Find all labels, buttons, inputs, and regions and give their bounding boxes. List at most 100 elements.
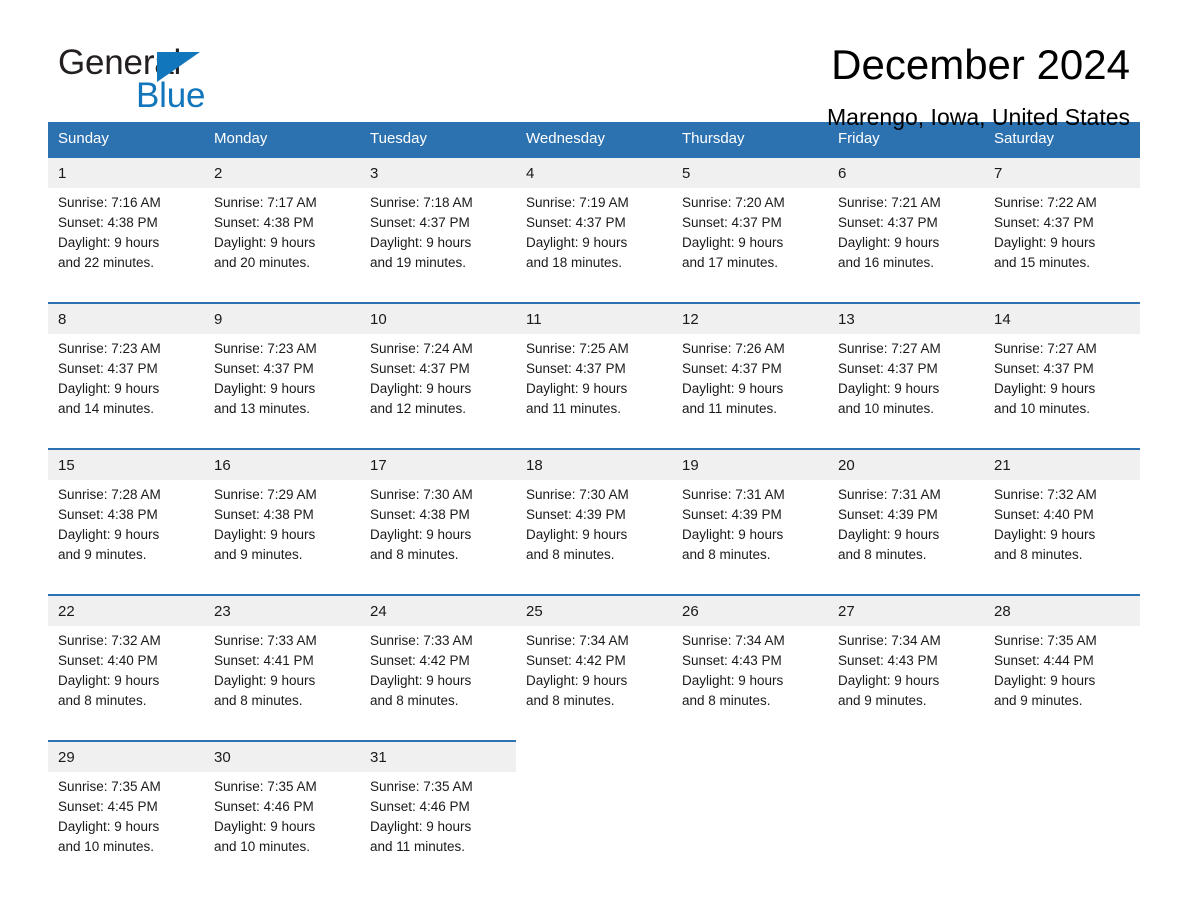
day-cell[interactable]: Sunrise: 7:35 AM Sunset: 4:46 PM Dayligh…: [204, 772, 360, 877]
sunset-text: Sunset: 4:38 PM: [214, 215, 314, 230]
day-number[interactable]: 13: [828, 302, 984, 334]
daylight-text-line1: Daylight: 9 hours: [682, 673, 784, 688]
daylight-text-line1: Daylight: 9 hours: [58, 527, 160, 542]
general-blue-logo[interactable]: General Blue: [58, 44, 278, 116]
day-number[interactable]: 5: [672, 156, 828, 188]
row-spacer: [48, 439, 1140, 449]
day-number[interactable]: 31: [360, 740, 516, 772]
day-cell[interactable]: Sunrise: 7:32 AM Sunset: 4:40 PM Dayligh…: [48, 626, 204, 731]
day-number[interactable]: 18: [516, 448, 672, 480]
day-cell[interactable]: Sunrise: 7:19 AM Sunset: 4:37 PM Dayligh…: [516, 188, 672, 293]
day-cell[interactable]: Sunrise: 7:34 AM Sunset: 4:42 PM Dayligh…: [516, 626, 672, 731]
sunset-text: Sunset: 4:37 PM: [994, 215, 1094, 230]
day-number[interactable]: 9: [204, 302, 360, 334]
day-cell[interactable]: Sunrise: 7:17 AM Sunset: 4:38 PM Dayligh…: [204, 188, 360, 293]
daylight-text-line1: Daylight: 9 hours: [994, 235, 1096, 250]
day-cell[interactable]: Sunrise: 7:16 AM Sunset: 4:38 PM Dayligh…: [48, 188, 204, 293]
day-number[interactable]: 29: [48, 740, 204, 772]
day-cell[interactable]: Sunrise: 7:34 AM Sunset: 4:43 PM Dayligh…: [672, 626, 828, 731]
day-cell[interactable]: Sunrise: 7:30 AM Sunset: 4:39 PM Dayligh…: [516, 480, 672, 585]
day-number[interactable]: 24: [360, 594, 516, 626]
day-number[interactable]: 23: [204, 594, 360, 626]
day-number[interactable]: 17: [360, 448, 516, 480]
day-cell[interactable]: Sunrise: 7:35 AM Sunset: 4:46 PM Dayligh…: [360, 772, 516, 877]
day-cell[interactable]: Sunrise: 7:27 AM Sunset: 4:37 PM Dayligh…: [828, 334, 984, 439]
weekday-header-monday: Monday: [204, 122, 360, 157]
day-number[interactable]: 11: [516, 302, 672, 334]
masthead: General Blue December 2024 Marengo, Iowa…: [48, 0, 1140, 130]
day-number[interactable]: 16: [204, 448, 360, 480]
row-spacer-cell: [48, 585, 1140, 595]
page-subtitle: Marengo, Iowa, United States: [827, 104, 1130, 130]
title-block: December 2024 Marengo, Iowa, United Stat…: [827, 38, 1130, 132]
daylight-text-line1: Daylight: 9 hours: [214, 381, 316, 396]
day-number[interactable]: 28: [984, 594, 1140, 626]
day-number[interactable]: 15: [48, 448, 204, 480]
sunset-text: Sunset: 4:37 PM: [994, 361, 1094, 376]
sunrise-text: Sunrise: 7:27 AM: [994, 341, 1097, 356]
daylight-text-line2: and 8 minutes.: [838, 547, 927, 562]
day-cell[interactable]: Sunrise: 7:28 AM Sunset: 4:38 PM Dayligh…: [48, 480, 204, 585]
sunset-text: Sunset: 4:46 PM: [370, 799, 470, 814]
day-cell[interactable]: Sunrise: 7:23 AM Sunset: 4:37 PM Dayligh…: [204, 334, 360, 439]
day-cell[interactable]: Sunrise: 7:21 AM Sunset: 4:37 PM Dayligh…: [828, 188, 984, 293]
day-cell[interactable]: Sunrise: 7:35 AM Sunset: 4:44 PM Dayligh…: [984, 626, 1140, 731]
day-number[interactable]: 12: [672, 302, 828, 334]
day-number[interactable]: 2: [204, 156, 360, 188]
daylight-text-line1: Daylight: 9 hours: [58, 673, 160, 688]
day-cell[interactable]: Sunrise: 7:20 AM Sunset: 4:37 PM Dayligh…: [672, 188, 828, 293]
day-cell[interactable]: Sunrise: 7:31 AM Sunset: 4:39 PM Dayligh…: [672, 480, 828, 585]
daylight-text-line2: and 20 minutes.: [214, 255, 311, 270]
day-number[interactable]: 21: [984, 448, 1140, 480]
day-number[interactable]: 8: [48, 302, 204, 334]
daylight-text-line2: and 8 minutes.: [370, 693, 459, 708]
daylight-text-line1: Daylight: 9 hours: [214, 527, 316, 542]
day-number[interactable]: 27: [828, 594, 984, 626]
day-number[interactable]: 7: [984, 156, 1140, 188]
sunrise-text: Sunrise: 7:27 AM: [838, 341, 941, 356]
day-number[interactable]: 14: [984, 302, 1140, 334]
day-number[interactable]: 20: [828, 448, 984, 480]
sunset-text: Sunset: 4:37 PM: [838, 215, 938, 230]
daylight-text-line1: Daylight: 9 hours: [994, 673, 1096, 688]
sunset-text: Sunset: 4:43 PM: [838, 653, 938, 668]
day-number[interactable]: 3: [360, 156, 516, 188]
day-number[interactable]: 26: [672, 594, 828, 626]
day-cell[interactable]: Sunrise: 7:18 AM Sunset: 4:37 PM Dayligh…: [360, 188, 516, 293]
day-number[interactable]: 6: [828, 156, 984, 188]
day-number[interactable]: 22: [48, 594, 204, 626]
day-cell[interactable]: Sunrise: 7:26 AM Sunset: 4:37 PM Dayligh…: [672, 334, 828, 439]
sunrise-text: Sunrise: 7:30 AM: [370, 487, 473, 502]
day-cell[interactable]: Sunrise: 7:27 AM Sunset: 4:37 PM Dayligh…: [984, 334, 1140, 439]
day-cell[interactable]: Sunrise: 7:22 AM Sunset: 4:37 PM Dayligh…: [984, 188, 1140, 293]
day-cell[interactable]: Sunrise: 7:30 AM Sunset: 4:38 PM Dayligh…: [360, 480, 516, 585]
day-cell[interactable]: Sunrise: 7:24 AM Sunset: 4:37 PM Dayligh…: [360, 334, 516, 439]
day-number[interactable]: 10: [360, 302, 516, 334]
day-cell[interactable]: Sunrise: 7:25 AM Sunset: 4:37 PM Dayligh…: [516, 334, 672, 439]
daylight-text-line2: and 15 minutes.: [994, 255, 1091, 270]
daylight-text-line1: Daylight: 9 hours: [838, 235, 940, 250]
day-cell[interactable]: Sunrise: 7:35 AM Sunset: 4:45 PM Dayligh…: [48, 772, 204, 877]
daylight-text-line1: Daylight: 9 hours: [214, 819, 316, 834]
calendar-body: 1 2 3 4 5 6 7 Sunrise: 7:16 AM Sunset: 4…: [48, 156, 1140, 877]
day-cell[interactable]: Sunrise: 7:34 AM Sunset: 4:43 PM Dayligh…: [828, 626, 984, 731]
day-cell[interactable]: Sunrise: 7:33 AM Sunset: 4:42 PM Dayligh…: [360, 626, 516, 731]
sunrise-text: Sunrise: 7:35 AM: [58, 779, 161, 794]
sunset-text: Sunset: 4:37 PM: [838, 361, 938, 376]
day-number[interactable]: 4: [516, 156, 672, 188]
sunset-text: Sunset: 4:37 PM: [370, 361, 470, 376]
daylight-text-line2: and 14 minutes.: [58, 401, 155, 416]
day-number[interactable]: 25: [516, 594, 672, 626]
page-title: December 2024: [831, 41, 1130, 88]
day-cell[interactable]: Sunrise: 7:23 AM Sunset: 4:37 PM Dayligh…: [48, 334, 204, 439]
sunrise-text: Sunrise: 7:31 AM: [838, 487, 941, 502]
day-number[interactable]: 19: [672, 448, 828, 480]
day-number[interactable]: 30: [204, 740, 360, 772]
day-number[interactable]: 1: [48, 156, 204, 188]
daylight-text-line2: and 9 minutes.: [58, 547, 147, 562]
day-cell[interactable]: Sunrise: 7:33 AM Sunset: 4:41 PM Dayligh…: [204, 626, 360, 731]
day-cell[interactable]: Sunrise: 7:32 AM Sunset: 4:40 PM Dayligh…: [984, 480, 1140, 585]
daylight-text-line1: Daylight: 9 hours: [994, 381, 1096, 396]
day-cell[interactable]: Sunrise: 7:31 AM Sunset: 4:39 PM Dayligh…: [828, 480, 984, 585]
day-cell[interactable]: Sunrise: 7:29 AM Sunset: 4:38 PM Dayligh…: [204, 480, 360, 585]
